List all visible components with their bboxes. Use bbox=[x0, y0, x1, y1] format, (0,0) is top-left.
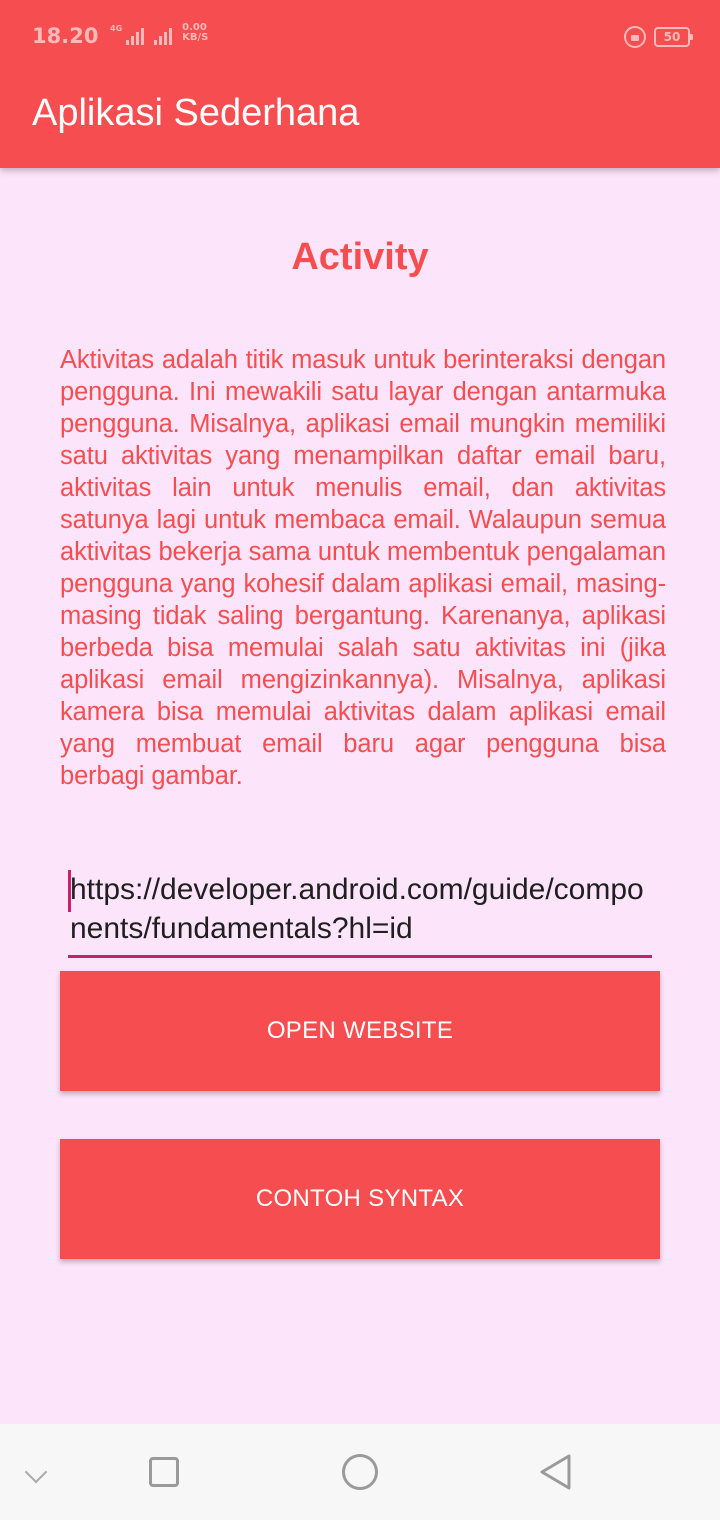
navigation-bar bbox=[0, 1424, 720, 1520]
network-speed: 0.00 KB/S bbox=[182, 23, 208, 43]
url-input-value[interactable]: https://developer.android.com/guide/comp… bbox=[70, 870, 654, 948]
page-heading: Activity bbox=[291, 236, 429, 278]
open-website-button[interactable]: OPEN WEBSITE bbox=[60, 971, 660, 1091]
rotation-lock-icon bbox=[624, 26, 646, 48]
app-title: Aplikasi Sederhana bbox=[32, 92, 360, 134]
battery-level: 50 bbox=[663, 30, 681, 44]
battery-icon: 50 bbox=[654, 27, 693, 47]
contoh-syntax-button[interactable]: CONTOH SYNTAX bbox=[60, 1139, 660, 1259]
signal-bars-icon bbox=[154, 27, 173, 45]
status-time: 18.20 bbox=[32, 24, 99, 48]
home-circle-icon[interactable] bbox=[342, 1454, 378, 1490]
app-header: 18.20 4G 0.00 KB/S 50 Aplikasi Sederhana bbox=[0, 0, 720, 168]
status-right-icons: 50 bbox=[624, 26, 693, 48]
status-bar: 18.20 4G 0.00 KB/S 50 bbox=[0, 0, 720, 76]
chevron-down-icon[interactable] bbox=[24, 1460, 48, 1484]
signal-bars-icon bbox=[126, 27, 145, 45]
url-input[interactable]: https://developer.android.com/guide/comp… bbox=[68, 868, 652, 958]
recents-square-icon[interactable] bbox=[149, 1457, 179, 1487]
signal-indicators: 4G 0.00 KB/S bbox=[110, 23, 208, 45]
network-type-label: 4G bbox=[110, 24, 123, 33]
back-triangle-icon[interactable] bbox=[538, 1453, 572, 1491]
network-speed-unit: KB/S bbox=[182, 32, 209, 43]
activity-description: Aktivitas adalah titik masuk untuk berin… bbox=[60, 346, 666, 790]
